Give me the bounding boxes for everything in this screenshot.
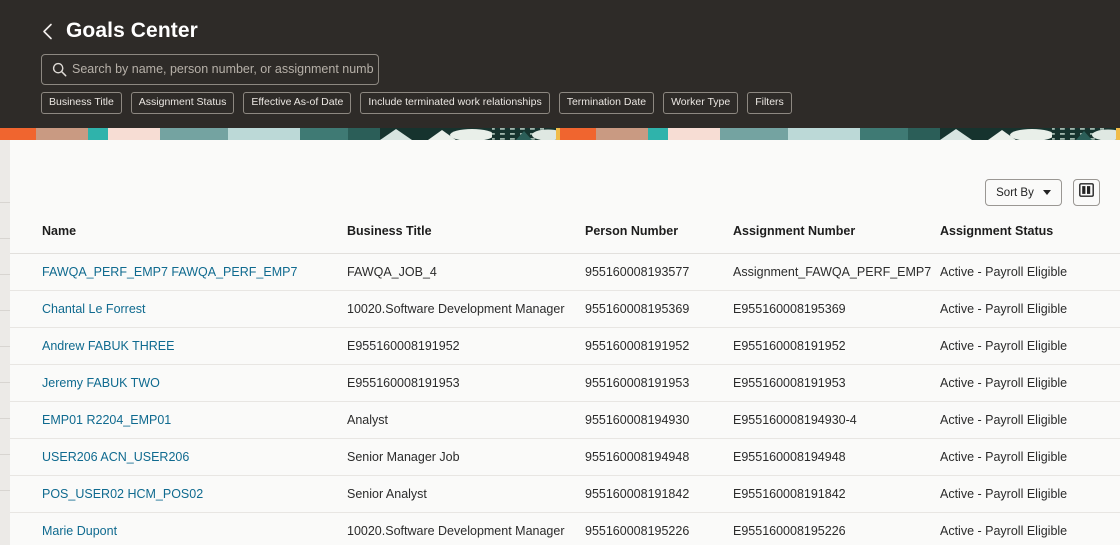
cell-assignment-status: Active - Payroll Eligible (940, 512, 1120, 545)
filter-chip-effective-as-of-date[interactable]: Effective As-of Date (243, 92, 352, 114)
filter-chip-filters[interactable]: Filters (747, 92, 792, 114)
cell-assignment-status: Active - Payroll Eligible (940, 438, 1120, 476)
cell-name: Chantal Le Forrest (10, 290, 347, 328)
cell-name: USER206 ACN_USER206 (10, 438, 347, 476)
worker-results-table: Name Business Title Person Number Assign… (10, 224, 1120, 545)
background-panel-edge (0, 140, 10, 545)
worker-name-link[interactable]: Andrew FABUK THREE (42, 339, 174, 353)
chevron-down-icon (1042, 190, 1051, 195)
cell-assignment-number: E955160008195369 (733, 290, 940, 328)
table-body: FAWQA_PERF_EMP7 FAWQA_PERF_EMP7 FAWQA_JO… (10, 253, 1120, 545)
table-row[interactable]: EMP01 R2204_EMP01 Analyst 95516000819493… (10, 401, 1120, 439)
cell-business-title: Analyst (347, 401, 585, 439)
cell-person-number: 955160008194948 (585, 438, 733, 476)
column-header-business-title[interactable]: Business Title (347, 224, 585, 254)
filter-chip-include-terminated[interactable]: Include terminated work relationships (360, 92, 550, 114)
cell-business-title: Senior Analyst (347, 475, 585, 513)
filter-chip-worker-type[interactable]: Worker Type (663, 92, 739, 114)
page-header: Goals Center Business Title Assignment S… (0, 0, 1120, 128)
cell-person-number: 955160008195369 (585, 290, 733, 328)
cell-assignment-status: Active - Payroll Eligible (940, 401, 1120, 439)
filter-chip-assignment-status[interactable]: Assignment Status (130, 92, 235, 114)
cell-person-number: 955160008195226 (585, 512, 733, 545)
table-row[interactable]: FAWQA_PERF_EMP7 FAWQA_PERF_EMP7 FAWQA_JO… (10, 253, 1120, 291)
cell-person-number: 955160008191952 (585, 327, 733, 365)
cell-assignment-number: Assignment_FAWQA_PERF_EMP7 (733, 253, 940, 291)
split-panel-icon (1079, 183, 1094, 202)
cell-name: Jeremy FABUK TWO (10, 364, 347, 402)
cell-name: FAWQA_PERF_EMP7 FAWQA_PERF_EMP7 (10, 253, 347, 291)
table-row[interactable]: Andrew FABUK THREE E955160008191952 9551… (10, 327, 1120, 365)
worker-name-link[interactable]: Jeremy FABUK TWO (42, 376, 160, 390)
chevron-left-icon[interactable] (38, 18, 56, 44)
results-toolbar: Sort By (985, 179, 1100, 206)
column-header-name[interactable]: Name (10, 224, 347, 254)
cell-assignment-number: E955160008194930-4 (733, 401, 940, 439)
cell-name: Andrew FABUK THREE (10, 327, 347, 365)
worker-name-link[interactable]: USER206 ACN_USER206 (42, 450, 189, 464)
cell-name: Marie Dupont (10, 512, 347, 545)
cell-assignment-status: Active - Payroll Eligible (940, 290, 1120, 328)
cell-assignment-status: Active - Payroll Eligible (940, 253, 1120, 291)
page-title: Goals Center (66, 19, 198, 42)
worker-name-link[interactable]: EMP01 R2204_EMP01 (42, 413, 171, 427)
cell-person-number: 955160008191842 (585, 475, 733, 513)
table-row[interactable]: POS_USER02 HCM_POS02 Senior Analyst 9551… (10, 475, 1120, 513)
cell-business-title: FAWQA_JOB_4 (347, 253, 585, 291)
cell-assignment-number: E955160008194948 (733, 438, 940, 476)
column-header-assignment-status[interactable]: Assignment Status (940, 224, 1120, 254)
column-header-assignment-number[interactable]: Assignment Number (733, 224, 940, 254)
cell-business-title: E955160008191952 (347, 327, 585, 365)
column-header-person-number[interactable]: Person Number (585, 224, 733, 254)
table-row[interactable]: Jeremy FABUK TWO E955160008191953 955160… (10, 364, 1120, 402)
cell-name: POS_USER02 HCM_POS02 (10, 475, 347, 513)
sort-by-label: Sort By (996, 186, 1034, 199)
search-input[interactable] (72, 56, 378, 83)
goals-center-page: Goals Center Business Title Assignment S… (0, 0, 1120, 545)
filter-chip-bar: Business Title Assignment Status Effecti… (41, 92, 792, 114)
table-header: Name Business Title Person Number Assign… (10, 224, 1120, 254)
cell-name: EMP01 R2204_EMP01 (10, 401, 347, 439)
cell-assignment-number: E955160008191953 (733, 364, 940, 402)
cell-assignment-status: Active - Payroll Eligible (940, 475, 1120, 513)
table-row[interactable]: Marie Dupont 10020.Software Development … (10, 512, 1120, 545)
cell-business-title: 10020.Software Development Manager (347, 290, 585, 328)
cell-assignment-status: Active - Payroll Eligible (940, 327, 1120, 365)
search-icon (42, 62, 72, 77)
cell-person-number: 955160008194930 (585, 401, 733, 439)
worker-name-link[interactable]: Chantal Le Forrest (42, 302, 146, 316)
title-row: Goals Center (38, 16, 198, 46)
cell-person-number: 955160008193577 (585, 253, 733, 291)
table-row[interactable]: Chantal Le Forrest 10020.Software Develo… (10, 290, 1120, 328)
cell-assignment-number: E955160008191842 (733, 475, 940, 513)
worker-name-link[interactable]: Marie Dupont (42, 524, 117, 538)
cell-business-title: Senior Manager Job (347, 438, 585, 476)
cell-assignment-number: E955160008195226 (733, 512, 940, 545)
filter-chip-business-title[interactable]: Business Title (41, 92, 122, 114)
worker-name-link[interactable]: POS_USER02 HCM_POS02 (42, 487, 203, 501)
table-header-row: Name Business Title Person Number Assign… (10, 224, 1120, 254)
split-panel-toggle-button[interactable] (1073, 179, 1100, 206)
cell-assignment-number: E955160008191952 (733, 327, 940, 365)
decorative-banner (0, 128, 1120, 140)
results-panel: Sort By Name Business Title Person Numbe… (10, 140, 1120, 545)
cell-assignment-status: Active - Payroll Eligible (940, 364, 1120, 402)
sort-by-dropdown[interactable]: Sort By (985, 179, 1062, 206)
cell-person-number: 955160008191953 (585, 364, 733, 402)
table-row[interactable]: USER206 ACN_USER206 Senior Manager Job 9… (10, 438, 1120, 476)
cell-business-title: E955160008191953 (347, 364, 585, 402)
cell-business-title: 10020.Software Development Manager (347, 512, 585, 545)
search-box[interactable] (41, 54, 379, 85)
worker-name-link[interactable]: FAWQA_PERF_EMP7 FAWQA_PERF_EMP7 (42, 265, 297, 279)
filter-chip-termination-date[interactable]: Termination Date (558, 92, 655, 114)
